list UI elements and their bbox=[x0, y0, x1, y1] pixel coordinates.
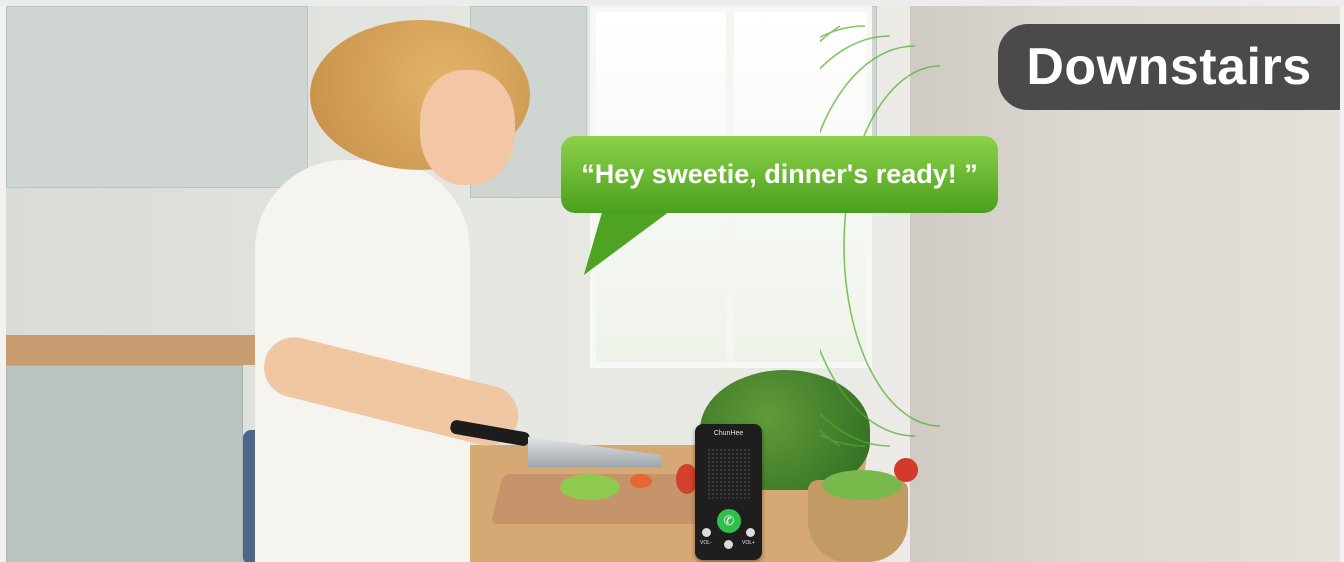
device-brand: ChunHee bbox=[713, 430, 744, 437]
vol-plus-button bbox=[746, 528, 755, 537]
carrot-slices bbox=[630, 474, 652, 488]
chopped-vegetables bbox=[560, 474, 620, 500]
call-button: ✆ bbox=[717, 509, 741, 533]
woman-face bbox=[420, 70, 515, 185]
location-badge: Downstairs bbox=[998, 24, 1340, 110]
upper-cabinet-left bbox=[6, 6, 308, 188]
lower-cabinet-left bbox=[6, 365, 243, 562]
vol-minus-label: VOL- bbox=[700, 540, 712, 546]
countertop-left bbox=[6, 335, 276, 365]
vol-plus-label: VOL+ bbox=[742, 540, 755, 546]
vol-minus-button bbox=[702, 528, 711, 537]
phone-icon: ✆ bbox=[723, 513, 735, 528]
kitchen-scene: Downstairs “Hey sweetie, dinner's ready!… bbox=[0, 0, 1344, 562]
sound-waves bbox=[820, 25, 941, 447]
sound-wave-5 bbox=[843, 65, 941, 427]
location-badge-label: Downstairs bbox=[1026, 38, 1312, 96]
speaker-grille bbox=[707, 448, 750, 500]
sound-wave-4 bbox=[820, 45, 916, 437]
speech-bubble-text: “Hey sweetie, dinner's ready! ” bbox=[581, 159, 978, 189]
speech-bubble: “Hey sweetie, dinner's ready! ” bbox=[561, 136, 998, 213]
intercom-device: ChunHee ✆ VOL- VOL+ bbox=[695, 424, 762, 560]
center-button bbox=[724, 540, 733, 549]
